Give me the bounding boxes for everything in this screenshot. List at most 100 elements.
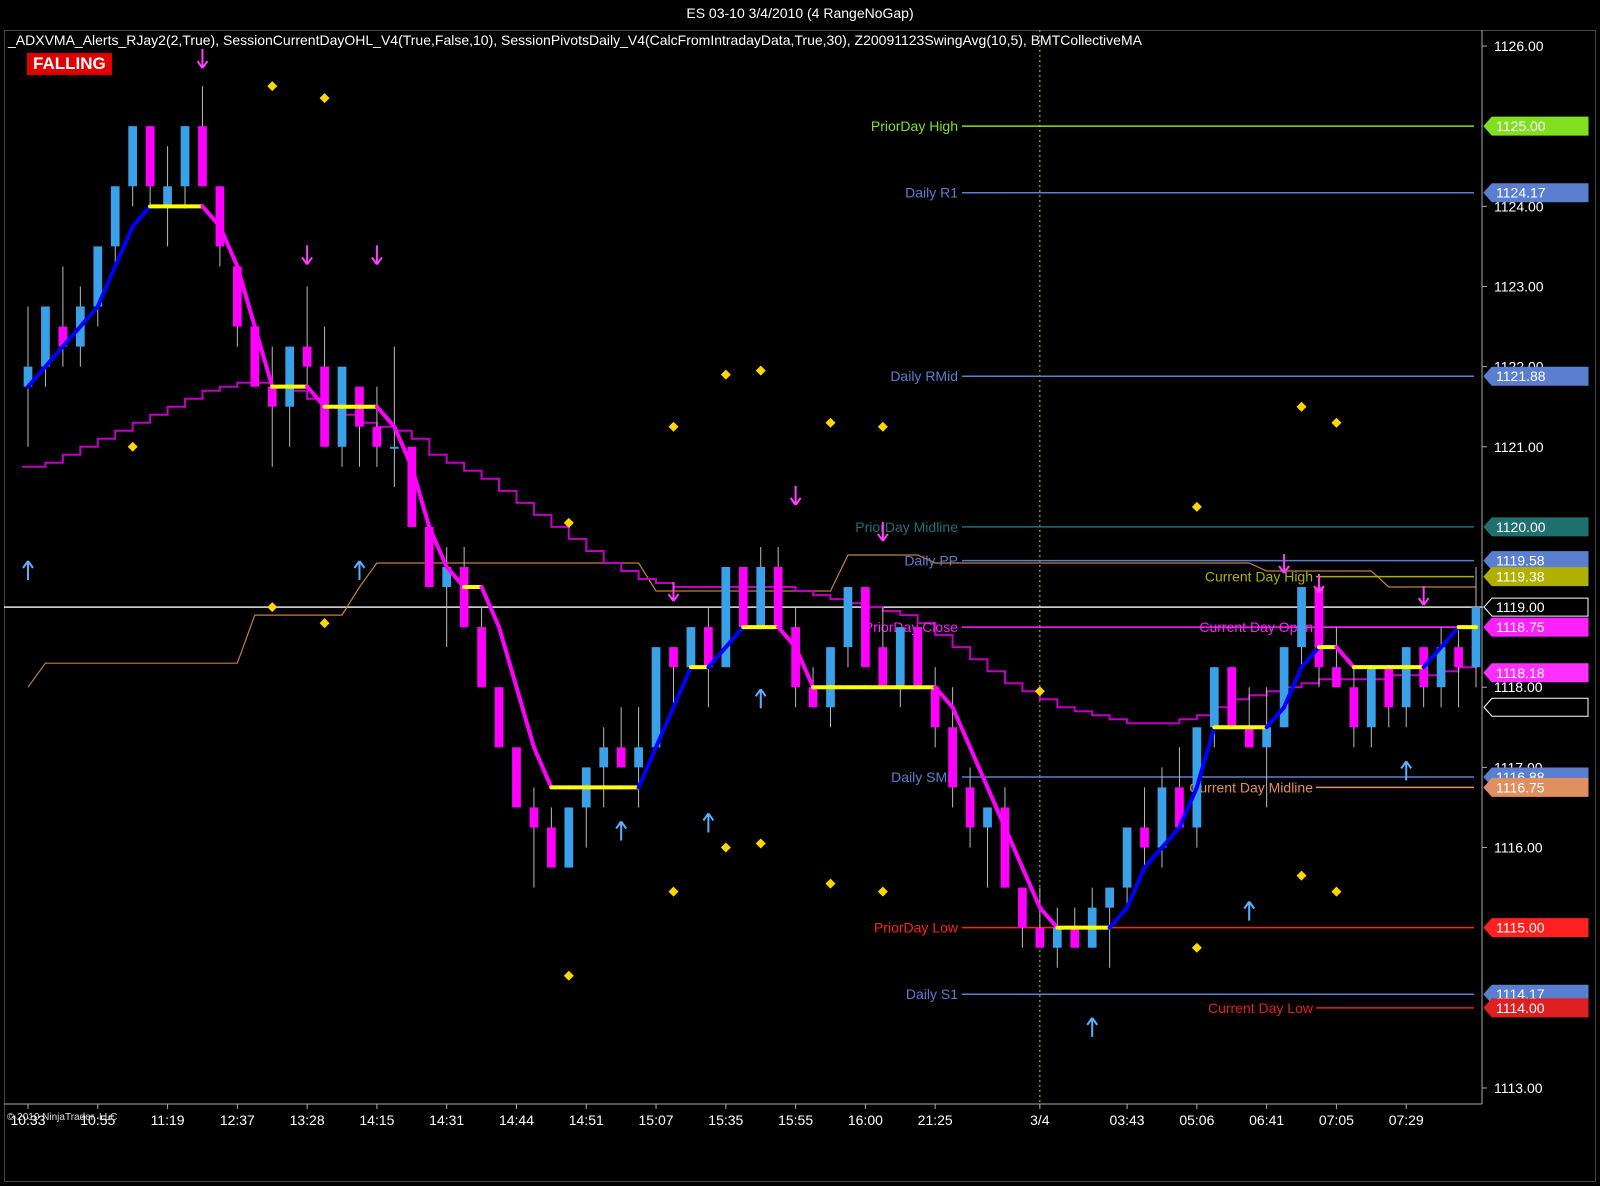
x-tick-label: 14:51 (569, 1112, 604, 1128)
pivot-label: Current Day Low (1208, 1000, 1314, 1016)
pivot-lines-layer: PriorDay High Daily R1 Daily RMid PriorDay … (855, 118, 1474, 1016)
price-bar (1384, 667, 1394, 708)
x-tick-label: 15:07 (639, 1112, 674, 1128)
price-bar (564, 807, 574, 868)
price-bar (1471, 607, 1481, 668)
adxvma-segment (374, 404, 397, 429)
adxvma-segment (968, 745, 990, 790)
up-arrow-icon (615, 820, 627, 841)
x-tick-label: 14:44 (499, 1112, 534, 1128)
swing-dot (720, 842, 731, 853)
x-tick-label: 12:37 (220, 1112, 255, 1128)
price-bar (808, 687, 818, 708)
adxvma-segment (1439, 625, 1461, 650)
chart-window: ES 03-10 3/4/2010 (4 RangeNoGap) PriorDa… (0, 0, 1600, 1186)
adxvma-segment (130, 204, 153, 229)
price-bar (1227, 667, 1237, 728)
pivot-label: PriorDay Low (874, 920, 959, 936)
price-bar (390, 446, 399, 449)
price-bar (1297, 587, 1306, 648)
swing-dot (267, 602, 278, 613)
price-tag-label: 1118.18 (1496, 665, 1545, 681)
collective-ma-line (22, 381, 1477, 725)
price-bar (1157, 787, 1167, 848)
price-tag-label: 1119.58 (1496, 553, 1545, 569)
price-bar (1279, 647, 1289, 728)
price-tag-label: 1120.00 (1496, 519, 1546, 535)
up-arrow-icon (353, 560, 366, 581)
swing-dot (1191, 501, 1202, 512)
price-bar (651, 647, 661, 748)
price-bar (756, 567, 766, 628)
price-bar (494, 687, 504, 748)
price-bar (1035, 927, 1045, 948)
y-tick-label: 1123.00 (1494, 278, 1544, 294)
price-bar (372, 426, 382, 447)
price-bar (616, 747, 626, 768)
swing-dot (755, 365, 766, 376)
pivot-label: Daily S1 (906, 986, 958, 1002)
swing-dot (1331, 886, 1342, 897)
swing-dot (267, 81, 278, 92)
price-bar (1454, 647, 1463, 668)
pivot-label: Daily PP (904, 553, 958, 569)
swing-dot (1331, 417, 1342, 428)
price-bar (843, 587, 853, 648)
price-bar (477, 627, 486, 688)
price-bar (1018, 887, 1027, 928)
price-bar (983, 807, 992, 828)
down-arrow-icon (789, 485, 802, 506)
swing-dot (668, 421, 679, 432)
x-tick-label: 07:29 (1389, 1112, 1424, 1128)
price-tag-label: 1119.00 (1496, 599, 1545, 615)
price-bar (1332, 667, 1341, 688)
price-bar (302, 346, 312, 367)
swing-dot (1296, 401, 1307, 412)
price-bar (180, 126, 190, 187)
price-tag-label: 1119.38 (1496, 569, 1545, 585)
x-tick-label: 11:19 (151, 1112, 185, 1128)
pivot-label: Daily R1 (905, 185, 958, 201)
price-bar (145, 126, 155, 187)
status-badge: FALLING (27, 53, 112, 75)
price-bar (285, 346, 295, 407)
adxvma-segment (497, 625, 519, 690)
price-bar (41, 306, 50, 367)
swing-dot (1191, 942, 1202, 953)
price-bar (599, 747, 609, 768)
price-tag-label: 1115.00 (1496, 920, 1545, 936)
pivot-label: Current Day Open (1199, 619, 1313, 635)
x-tick-label: 14:31 (429, 1112, 464, 1128)
adxvma-segment (531, 745, 554, 790)
swing-dot (825, 417, 836, 428)
price-bar (547, 827, 556, 868)
x-tick-label: 15:35 (708, 1112, 743, 1128)
adxvma-segment (1142, 845, 1164, 870)
price-bar (1122, 827, 1132, 888)
up-arrow-icon (754, 688, 767, 709)
x-tick-label: 15:55 (778, 1112, 813, 1128)
price-bar (1209, 667, 1219, 728)
up-arrow-icon (702, 812, 715, 833)
price-bar (459, 567, 469, 628)
adxvma-segment (671, 665, 693, 710)
indicator-list: _ADXVMA_Alerts_RJay2(2,True), SessionCur… (8, 32, 1142, 48)
x-tick-label: 14:15 (359, 1112, 394, 1128)
x-tick-label: 13:28 (290, 1112, 325, 1128)
price-bar (634, 747, 643, 768)
down-arrow-icon (1417, 586, 1430, 606)
adxvma-segment (514, 685, 536, 750)
down-arrow-icon (371, 245, 383, 265)
price-bar (1366, 667, 1376, 728)
up-arrow-icon (1086, 1017, 1099, 1037)
price-tag-label: 1121.88 (1496, 368, 1546, 384)
pivot-label: PriorDay Close (864, 619, 958, 635)
price-tag-label: 1118.75 (1496, 619, 1545, 635)
price-chart[interactable]: PriorDay High Daily R1 Daily RMid PriorDay … (0, 0, 1600, 1186)
swing-dot (720, 369, 731, 380)
pivot-label: PriorDay Midline (855, 519, 958, 535)
price-tag-label: 1116.75 (1496, 779, 1545, 795)
x-tick-label: 21:25 (918, 1112, 953, 1128)
price-bar (529, 807, 539, 828)
price-tag-label: 1125.00 (1496, 118, 1546, 134)
